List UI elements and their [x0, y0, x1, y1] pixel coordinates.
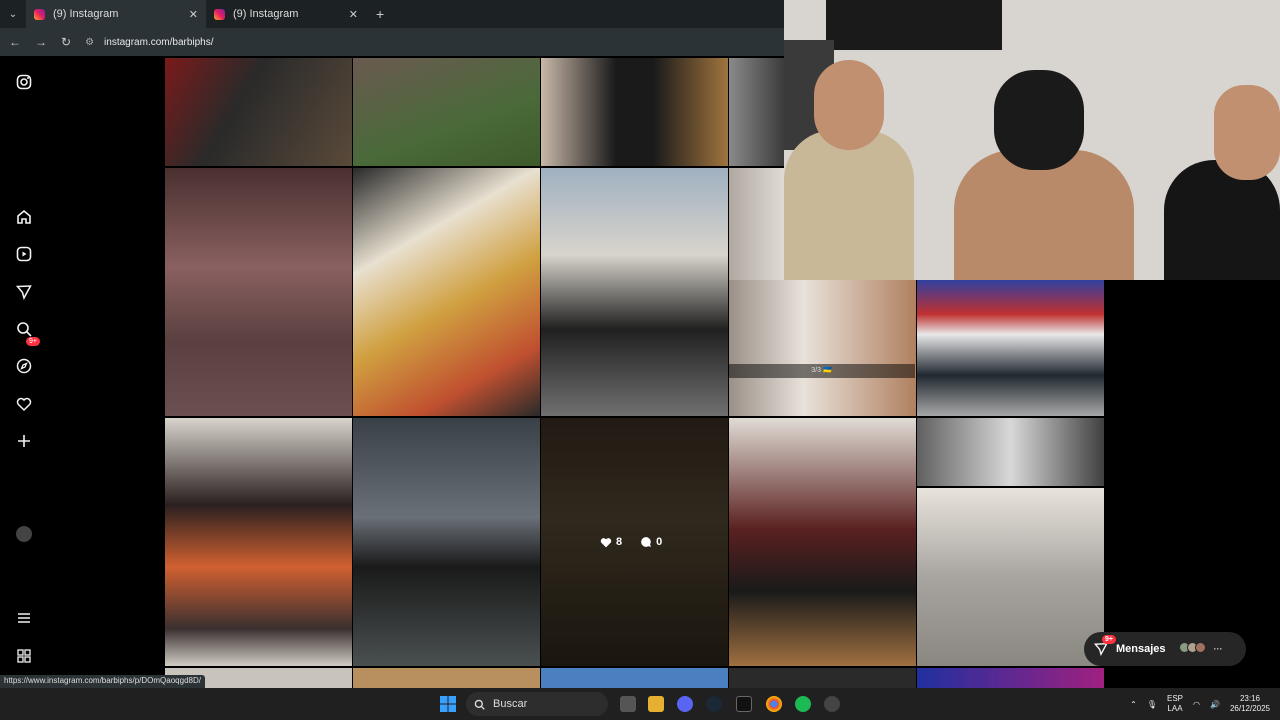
- search-icon[interactable]: [14, 319, 34, 339]
- site-info-icon[interactable]: ⚙: [85, 37, 94, 48]
- apps-grid-icon[interactable]: [14, 646, 34, 666]
- post-thumbnail[interactable]: [729, 668, 916, 688]
- post-thumbnail[interactable]: [729, 280, 916, 416]
- messages-label: Mensajes: [1116, 643, 1166, 655]
- post-thumbnail[interactable]: [541, 668, 728, 688]
- task-view-icon[interactable]: [620, 696, 636, 712]
- post-thumbnail[interactable]: [729, 58, 785, 166]
- post-thumbnail[interactable]: [917, 418, 1104, 486]
- taskbar-search-placeholder: Buscar: [493, 698, 528, 710]
- webcam-tv-shape: [826, 0, 1002, 50]
- explore-icon[interactable]: [14, 356, 34, 376]
- messages-avatars: [1178, 642, 1206, 656]
- instagram-logo-icon[interactable]: [14, 72, 34, 92]
- post-thumbnail[interactable]: [353, 58, 540, 166]
- steam-icon[interactable]: [706, 696, 722, 712]
- clock[interactable]: 23:16 26/12/2025: [1230, 694, 1270, 714]
- system-tray: ⌃ 🎙 ESP LAA ◠ 🔊 23:16 26/12/2025: [1130, 688, 1280, 720]
- clock-time: 23:16: [1239, 694, 1260, 703]
- menu-hamburger-icon[interactable]: [14, 608, 34, 628]
- create-plus-icon[interactable]: [14, 431, 34, 451]
- instagram-favicon-icon: [34, 8, 45, 20]
- tab-title: (9) Instagram: [233, 8, 299, 20]
- carousel-caption: 3/3 🇺🇦: [728, 364, 915, 378]
- webcam-person-shape: [994, 70, 1084, 170]
- instagram-favicon-icon: [214, 8, 225, 20]
- instagram-sidebar: 9+: [0, 56, 48, 688]
- webcam-person-shape: [814, 60, 884, 150]
- epic-games-icon[interactable]: [736, 696, 752, 712]
- post-hover-stats: 8 0: [600, 536, 662, 548]
- send-icon: [1094, 643, 1108, 656]
- post-thumbnail[interactable]: [541, 168, 728, 416]
- post-thumbnail[interactable]: [165, 168, 352, 416]
- reload-icon[interactable]: ↻: [61, 35, 71, 49]
- post-thumbnail[interactable]: [353, 418, 540, 666]
- search-icon: [474, 699, 485, 710]
- heart-icon[interactable]: [14, 394, 34, 414]
- post-thumbnail[interactable]: [165, 58, 352, 166]
- messages-icon[interactable]: [14, 282, 34, 302]
- link-status-bar: https://www.instagram.com/barbiphs/p/DOm…: [0, 675, 205, 688]
- clock-date: 26/12/2025: [1229, 704, 1270, 713]
- post-thumbnail[interactable]: [541, 58, 728, 166]
- browser-tab-active[interactable]: (9) Instagram ✕: [26, 0, 206, 28]
- post-thumbnail[interactable]: [729, 418, 916, 666]
- volume-icon[interactable]: 🔊: [1210, 700, 1220, 709]
- post-thumbnail[interactable]: [917, 280, 1104, 416]
- webcam-person-shape: [784, 130, 914, 280]
- taskbar-search[interactable]: Buscar: [466, 692, 608, 716]
- url-field[interactable]: instagram.com/barbiphs/: [104, 37, 214, 48]
- comments-count: 0: [656, 536, 663, 548]
- webcam-person-shape: [1214, 85, 1280, 180]
- tray-chevron-icon[interactable]: ⌃: [1130, 700, 1137, 709]
- profile-avatar[interactable]: [16, 526, 32, 542]
- avatar: [1194, 642, 1206, 653]
- comment-filled-icon: [641, 537, 651, 547]
- likes-stat: 8: [600, 536, 622, 548]
- heart-filled-icon: [600, 537, 612, 547]
- windows-taskbar: Buscar ⌃ 🎙 ESP LAA ◠ 🔊 23:16 26/12/2025: [0, 688, 1280, 720]
- obs-icon[interactable]: [824, 696, 840, 712]
- new-tab-button[interactable]: +: [366, 6, 394, 22]
- browser-tab[interactable]: (9) Instagram ✕: [206, 0, 366, 28]
- tab-search-chevron-icon[interactable]: ⌄: [0, 9, 26, 20]
- post-thumbnail[interactable]: [353, 168, 540, 416]
- reels-icon[interactable]: [14, 244, 34, 264]
- more-icon[interactable]: ···: [1214, 644, 1223, 654]
- post-thumbnail[interactable]: [165, 418, 352, 666]
- messages-floating-button[interactable]: 9+ Mensajes ···: [1084, 632, 1246, 666]
- forward-arrow-icon[interactable]: →: [35, 35, 47, 49]
- spotify-icon[interactable]: [795, 696, 811, 712]
- tab-title: (9) Instagram: [53, 8, 119, 20]
- lang-top: ESP: [1166, 694, 1183, 703]
- file-explorer-icon[interactable]: [648, 696, 664, 712]
- lang-bottom: LAA: [1167, 704, 1183, 713]
- post-thumbnail[interactable]: [353, 668, 540, 688]
- messages-badge: 9+: [1102, 635, 1116, 644]
- microphone-icon[interactable]: 🎙: [1147, 700, 1157, 709]
- likes-count: 8: [616, 536, 623, 548]
- address-bar: ← → ↻ ⚙ instagram.com/barbiphs/: [0, 28, 784, 56]
- webcam-person-shape: [1164, 160, 1280, 280]
- chrome-icon[interactable]: [766, 696, 782, 712]
- language-indicator[interactable]: ESP LAA: [1167, 694, 1183, 714]
- home-icon[interactable]: [14, 207, 34, 227]
- close-tab-icon[interactable]: ✕: [349, 8, 358, 21]
- post-thumbnail[interactable]: [917, 488, 1104, 666]
- discord-icon[interactable]: [677, 696, 693, 712]
- wifi-icon[interactable]: ◠: [1193, 700, 1200, 709]
- windows-start-icon[interactable]: [440, 696, 456, 712]
- browser-tab-bar: ⌄ (9) Instagram ✕ (9) Instagram ✕ +: [0, 0, 784, 28]
- comments-stat: 0: [640, 536, 662, 548]
- webcam-overlay: [784, 0, 1280, 280]
- back-arrow-icon[interactable]: ←: [9, 35, 21, 49]
- post-thumbnail[interactable]: [917, 668, 1104, 688]
- close-tab-icon[interactable]: ✕: [189, 8, 198, 21]
